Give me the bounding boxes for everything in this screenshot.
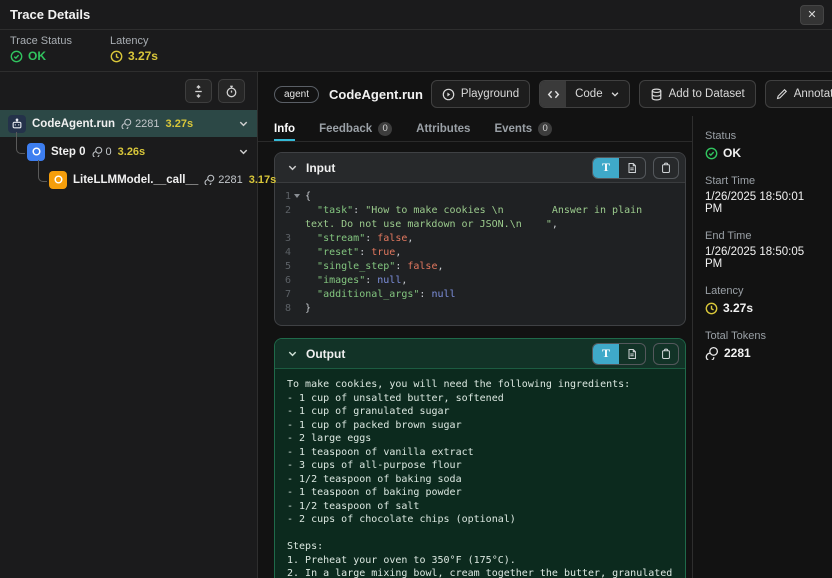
chevron-down-icon[interactable] (238, 146, 249, 157)
window-title: Trace Details (10, 7, 90, 22)
output-text[interactable]: To make cookies, you will need the follo… (275, 369, 685, 578)
step-icon (27, 143, 45, 161)
json-view-button[interactable] (619, 344, 645, 364)
trace-meta-row: Trace Status OK Latency 3.27s (0, 30, 832, 72)
observation-type-badge: agent (274, 86, 319, 103)
code-line: 5 "single_step": false, (281, 260, 675, 274)
check-circle-icon (705, 147, 718, 160)
code-line: 8} (281, 302, 675, 316)
code-brackets-icon (540, 81, 566, 107)
output-panel-title: Output (306, 347, 345, 361)
coins-icon (204, 174, 215, 185)
observation-tree-panel: CodeAgent.run 2281 3.27s Step 0 (0, 72, 258, 578)
input-view-toggle: T (592, 157, 646, 179)
start-time-block: Start Time 1/26/2025 18:50:01 PM (705, 175, 820, 215)
input-panel-title: Input (306, 161, 335, 175)
chevron-down-icon (610, 89, 620, 99)
token-count: 2281 (121, 118, 159, 130)
copy-button[interactable] (653, 343, 679, 365)
code-line: 1{ (281, 190, 675, 204)
observation-tabs: Info Feedback 0 Attributes Events 0 (258, 116, 692, 142)
coins-icon (705, 346, 719, 360)
trace-status-block: Trace Status OK (10, 35, 72, 66)
events-count-badge: 0 (538, 122, 552, 136)
tab-info[interactable]: Info (274, 116, 295, 141)
output-panel: Output T (274, 338, 686, 578)
unfold-vertical-icon (192, 85, 205, 98)
playground-button[interactable]: Playground (431, 80, 530, 108)
database-icon (650, 88, 663, 101)
text-view-button[interactable]: T (593, 344, 619, 364)
code-line: 7 "additional_args": null (281, 288, 675, 302)
toggle-timings-button[interactable] (218, 79, 245, 103)
latency-value: 3.27s (705, 301, 820, 315)
total-tokens-value: 2281 (705, 346, 820, 360)
code-line: 4 "reset": true, (281, 246, 675, 260)
trace-details-window: Trace Details ✕ Trace Status OK Latency … (0, 0, 832, 578)
file-icon (626, 162, 638, 174)
window-titlebar: Trace Details ✕ (0, 0, 832, 30)
tab-feedback[interactable]: Feedback 0 (319, 116, 392, 141)
code-view-dropdown[interactable]: Code (539, 80, 630, 108)
play-circle-icon (442, 88, 455, 101)
json-view-button[interactable] (619, 158, 645, 178)
clock-icon (705, 302, 718, 315)
code-line: 6 "images": null, (281, 274, 675, 288)
tree-toolbar (0, 72, 257, 110)
stopwatch-icon (225, 85, 238, 98)
trace-latency-label: Latency (110, 35, 158, 47)
observation-header: agent CodeAgent.run Playground (258, 72, 832, 116)
io-scroll-area[interactable]: Input T (258, 142, 692, 578)
total-tokens-block: Total Tokens 2281 (705, 330, 820, 360)
input-panel: Input T (274, 152, 686, 326)
tab-attributes[interactable]: Attributes (416, 116, 470, 141)
chevron-down-icon[interactable] (287, 348, 298, 359)
details-sidebar: Status OK Start Time 1/26/2025 18:50:01 … (692, 116, 832, 578)
coins-icon (121, 118, 132, 129)
tree-connector (16, 132, 25, 154)
coins-icon (92, 146, 103, 157)
generation-icon (49, 171, 67, 189)
check-circle-icon (10, 50, 23, 63)
copy-button[interactable] (653, 157, 679, 179)
add-to-dataset-button[interactable]: Add to Dataset (639, 80, 756, 108)
tab-events[interactable]: Events 0 (494, 116, 552, 141)
annotate-button[interactable]: Annotate (765, 80, 832, 108)
text-view-button[interactable]: T (593, 158, 619, 178)
status-value: OK (705, 146, 820, 160)
trace-latency-block: Latency 3.27s (110, 35, 158, 66)
output-view-toggle: T (592, 343, 646, 365)
feedback-count-badge: 0 (378, 122, 392, 136)
clipboard-icon (660, 348, 672, 360)
trace-latency-value: 3.27s (110, 49, 158, 63)
file-icon (626, 348, 638, 360)
start-time-value: 1/26/2025 18:50:01 PM (705, 191, 820, 215)
observation-title: CodeAgent.run (329, 87, 423, 102)
code-line: 3 "stream": false, (281, 232, 675, 246)
pencil-icon (776, 88, 788, 100)
close-icon: ✕ (807, 8, 816, 21)
output-panel-header: Output T (275, 339, 685, 369)
expand-collapse-all-button[interactable] (185, 79, 212, 103)
tree-row-codeagent-run[interactable]: CodeAgent.run 2281 3.27s (0, 110, 257, 137)
close-button[interactable]: ✕ (800, 5, 824, 25)
clipboard-icon (660, 162, 672, 174)
trace-status-value: OK (10, 49, 72, 63)
agent-icon (8, 115, 26, 133)
chevron-down-icon[interactable] (238, 118, 249, 129)
latency-block: Latency 3.27s (705, 285, 820, 315)
tree-connector (38, 160, 47, 182)
input-panel-header: Input T (275, 153, 685, 183)
input-code[interactable]: 1{2 "task": "How to make cookies \n Answ… (275, 183, 685, 325)
code-line: 2 "task": "How to make cookies \n Answer… (281, 204, 675, 232)
token-count: 0 (92, 146, 112, 158)
end-time-value: 1/26/2025 18:50:05 PM (705, 246, 820, 270)
status-block: Status OK (705, 130, 820, 160)
token-count: 2281 (204, 174, 242, 186)
end-time-block: End Time 1/26/2025 18:50:05 PM (705, 230, 820, 270)
trace-status-label: Trace Status (10, 35, 72, 47)
chevron-down-icon[interactable] (287, 162, 298, 173)
clock-icon (110, 50, 123, 63)
